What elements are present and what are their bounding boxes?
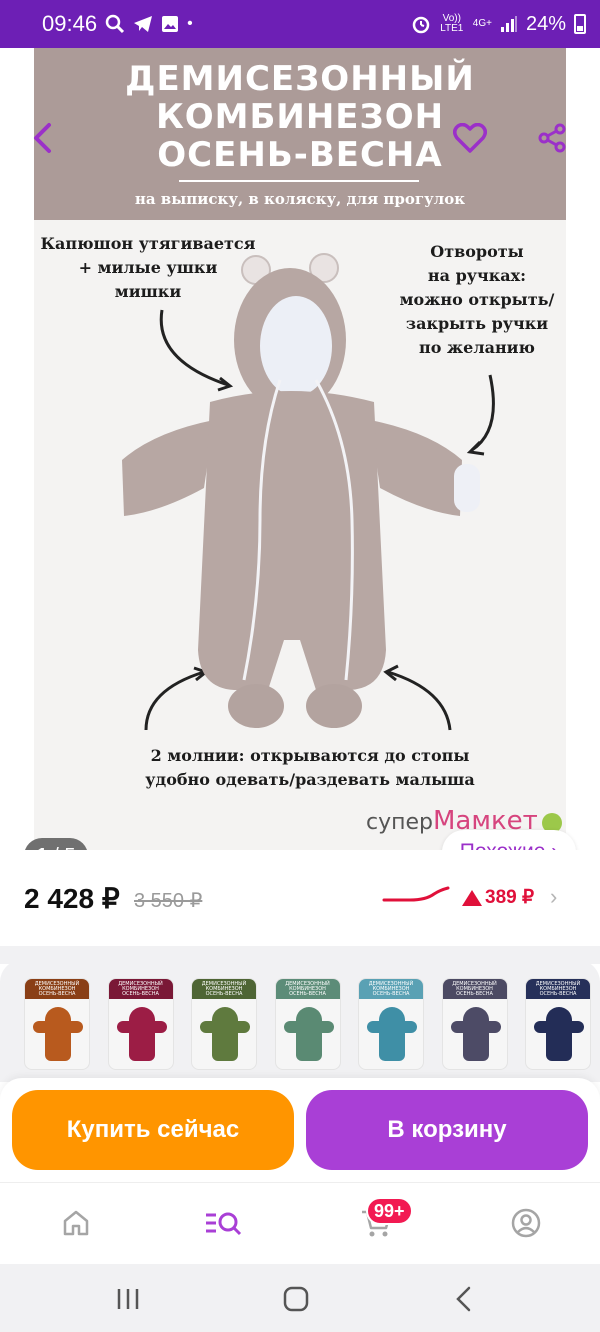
back-button[interactable] [14,110,70,166]
variant-header: ДЕМИСЕЗОННЫЙ КОМБИНЕЗОН ОСЕНЬ-ВЕСНА [192,979,256,999]
variant-header: ДЕМИСЕЗОННЫЙ КОМБИНЕЗОН ОСЕНЬ-ВЕСНА [108,979,173,999]
variant-thumbnail[interactable]: ДЕМИСЕЗОННЫЙ КОМБИНЕЗОН ОСЕНЬ-ВЕСНА [274,978,341,1070]
battery-icon [574,14,586,34]
variant-title: ДЕМИСЕЗОННЫЙ КОМБИНЕЗОН ОСЕНЬ-ВЕСНА [34,981,80,997]
variant-suit [546,1007,572,1061]
image-subtitle: на выписку, в коляску, для прогулок [134,190,466,208]
variant-title: ДЕМИСЕЗОННЫЙ КОМБИНЕЗОН ОСЕНЬ-ВЕСНА [201,981,247,997]
variant-title: ДЕМИСЕЗОННЫЙ КОМБИНЕЗОН ОСЕНЬ-ВЕСНА [368,981,414,997]
variant-title: ДЕМИСЕЗОННЫЙ КОМБИНЕЗОН ОСЕНЬ-ВЕСНА [535,981,581,997]
variant-thumbnail[interactable]: ДЕМИСЕЗОННЫЙ КОМБИНЕЗОН ОСЕНЬ-ВЕСНА [358,978,424,1070]
system-nav-bar [0,1264,600,1332]
price-trend-sparkline [382,886,450,902]
gallery-counter: 1 / 5 [24,838,88,850]
battery-percent: 24% [525,12,566,35]
recent-apps-button[interactable] [108,1284,148,1314]
variant-suit [45,1007,71,1061]
image-icon [162,16,179,32]
chevron-right-icon[interactable]: › [550,884,557,910]
add-to-cart-button[interactable]: В корзину [306,1090,588,1170]
alarm-icon [412,16,430,34]
status-time: 09:46 [42,11,98,36]
variant-thumbnail[interactable]: ДЕМИСЕЗОННЫЙ КОМБИНЕЗОН ОСЕНЬ-ВЕСНА [24,978,90,1070]
system-home-button[interactable] [276,1284,316,1314]
buy-now-button[interactable]: Купить сейчас [12,1090,294,1170]
variant-title: ДЕМИСЕЗОННЫЙ КОМБИНЕЗОН ОСЕНЬ-ВЕСНА [452,981,497,997]
variant-thumbnail[interactable]: ДЕМИСЕЗОННЫЙ КОМБИНЕЗОН ОСЕНЬ-ВЕСНА [107,978,174,1070]
variant-suit [462,1007,489,1061]
variant-title: ДЕМИСЕЗОННЫЙ КОМБИНЕЗОН ОСЕНЬ-ВЕСНА [118,981,163,997]
price-old: 3 550 ₽ [134,890,203,912]
system-back-button[interactable] [444,1284,484,1314]
back-icon [456,1286,471,1312]
network-type: 4G+ [472,18,492,29]
telegram-icon [134,16,153,32]
variant-suit [128,1007,155,1061]
tab-catalog[interactable] [204,1203,244,1243]
price-delta: 389 ₽ [485,887,535,908]
recent-apps-icon [117,1289,139,1309]
heart-icon [453,123,487,153]
tab-home[interactable] [56,1203,96,1243]
cart-badge: 99+ [366,1197,413,1225]
variant-header: ДЕМИСЕЗОННЫЙ КОМБИНЕЗОН ОСЕНЬ-ВЕСНА [275,979,340,999]
profile-icon [511,1208,541,1238]
price-card: 2 428 ₽ 3 550 ₽ 389 ₽ › [0,850,600,946]
image-rule [179,180,419,182]
status-dot: • [187,15,193,32]
variant-suit [295,1007,322,1061]
variant-thumbnail[interactable]: ДЕМИСЕЗОННЫЙ КОМБИНЕЗОН ОСЕНЬ-ВЕСНА [191,978,257,1070]
search-icon [105,14,125,34]
note-cuffs: Отвороты на ручках: можно открыть/ закры… [399,242,555,357]
home-button-icon [283,1286,309,1312]
status-left: 09:46 • [42,11,193,37]
brand-prefix: супер [366,810,433,835]
price-history-button[interactable]: 389 ₽ [462,886,534,909]
variant-header: ДЕМИСЕЗОННЫЙ КОМБИНЕЗОН ОСЕНЬ-ВЕСНА [526,979,590,999]
tab-profile[interactable] [506,1203,546,1243]
variant-suit [212,1007,238,1061]
note-hood: Капюшон утягивается + милые ушки мишки [40,234,256,301]
variant-header: ДЕМИСЕЗОННЫЙ КОМБИНЕЗОН ОСЕНЬ-ВЕСНА [442,979,507,999]
variant-title: ДЕМИСЕЗОННЫЙ КОМБИНЕЗОН ОСЕНЬ-ВЕСНА [285,981,330,997]
action-bar: Купить сейчас В корзину [0,1078,600,1182]
price-current: 2 428 ₽ [24,883,120,914]
note-zippers: 2 молнии: открываются до стопы удобно од… [145,746,475,789]
share-icon [538,123,566,153]
price-up-icon [462,889,482,906]
variant-header: ДЕМИСЕЗОННЫЙ КОМБИНЕЗОН ОСЕНЬ-ВЕСНА [25,979,89,999]
variant-suit [379,1007,405,1061]
product-image[interactable]: ДЕМИСЕЗОННЫЙ КОМБИНЕЗОН ОСЕНЬ-ВЕСНА на в… [0,48,600,850]
status-right: Vo)) LTE1 4G+ 24% [411,13,586,36]
catalog-search-icon [206,1212,242,1236]
status-bar: 09:46 • Vo)) LTE1 4G+ 24% [0,0,600,48]
variant-thumbnail[interactable]: ДЕМИСЕЗОННЫЙ КОМБИНЕЗОН ОСЕНЬ-ВЕСНА [525,978,591,1070]
similar-button[interactable]: Похожие › [442,830,576,850]
chevron-left-icon [34,123,51,153]
signal-icon [500,16,517,32]
network-label: Vo)) LTE1 [440,13,464,34]
variant-thumbnail[interactable]: ДЕМИСЕЗОННЫЙ КОМБИНЕЗОН ОСЕНЬ-ВЕСНА [441,978,508,1070]
bottom-tab-bar: 99+ [0,1182,600,1264]
color-variants: ДЕМИСЕЗОННЫЙ КОМБИНЕЗОН ОСЕНЬ-ВЕСНА ДЕМИС… [0,960,600,1082]
favorite-button[interactable] [442,110,498,166]
home-icon [63,1210,89,1236]
share-button[interactable] [524,110,580,166]
variant-header: ДЕМИСЕЗОННЫЙ КОМБИНЕЗОН ОСЕНЬ-ВЕСНА [359,979,423,999]
